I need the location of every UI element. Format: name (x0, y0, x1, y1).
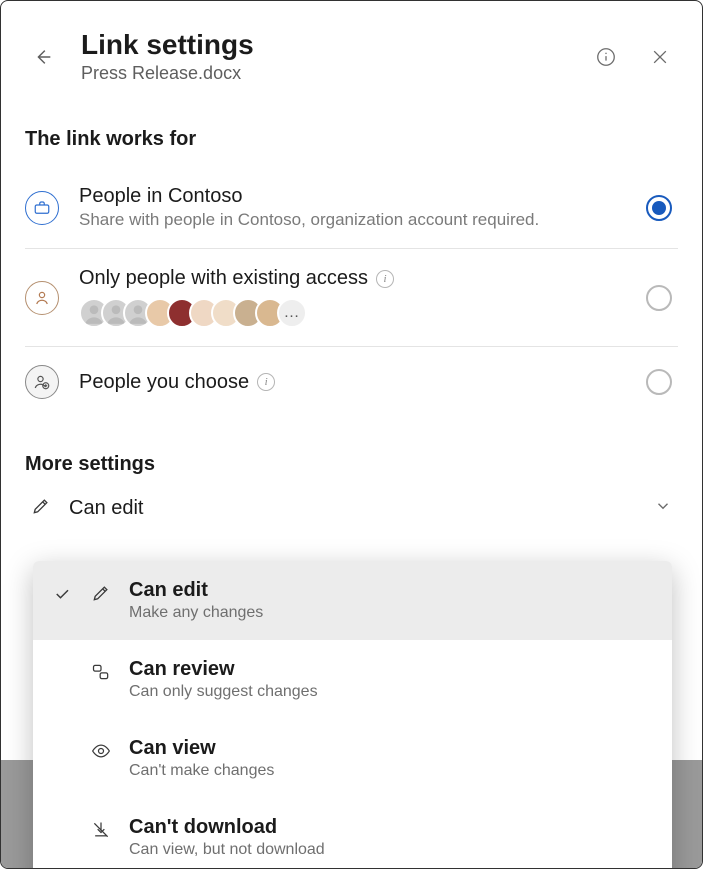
menu-item-texts: Can't download Can view, but not downloa… (129, 816, 652, 859)
dialog-title: Link settings (81, 29, 568, 61)
option-body: People in Contoso Share with people in C… (79, 185, 626, 230)
option-desc: Share with people in Contoso, organizati… (79, 210, 626, 230)
check-icon (51, 579, 73, 603)
info-icon[interactable]: i (257, 373, 275, 391)
check-slot-empty (51, 816, 73, 822)
menu-item-desc: Can only suggest changes (129, 683, 652, 701)
option-body: People you choose i (79, 371, 626, 394)
link-settings-dialog: Link settings Press Release.docx The lin… (0, 0, 703, 869)
avatar-overflow-label: … (284, 304, 301, 322)
option-existing-access[interactable]: Only people with existing access i … (25, 249, 678, 347)
header-texts: Link settings Press Release.docx (81, 29, 568, 84)
option-title: Only people with existing access i (79, 267, 626, 290)
facepile: … (79, 298, 626, 328)
check-slot-empty (51, 737, 73, 743)
section-more-settings: More settings (25, 453, 678, 476)
arrow-left-icon (32, 46, 54, 68)
permission-menu: Can edit Make any changes Can review Can… (33, 561, 672, 869)
menu-item-desc: Can view, but not download (129, 841, 652, 859)
menu-item-can-edit[interactable]: Can edit Make any changes (33, 561, 672, 640)
option-title-text: People you choose (79, 371, 249, 394)
back-button[interactable] (25, 39, 61, 75)
scope-options: People in Contoso Share with people in C… (25, 167, 678, 417)
header-actions (588, 39, 678, 75)
info-icon (595, 46, 617, 68)
option-title: People in Contoso (79, 185, 626, 208)
radio-unselected[interactable] (646, 285, 672, 311)
review-icon (89, 658, 113, 682)
info-icon[interactable]: i (376, 270, 394, 288)
dialog-subtitle: Press Release.docx (81, 63, 568, 84)
download-blocked-icon (89, 816, 113, 840)
permission-current-label: Can edit (69, 497, 636, 520)
person-icon (25, 281, 59, 315)
check-slot-empty (51, 658, 73, 664)
menu-item-texts: Can view Can't make changes (129, 737, 652, 780)
permission-dropdown-trigger[interactable]: Can edit (25, 482, 678, 535)
info-button[interactable] (588, 39, 624, 75)
option-people-you-choose[interactable]: People you choose i (25, 347, 678, 417)
eye-icon (89, 737, 113, 761)
chevron-down-icon (654, 497, 672, 520)
menu-item-cant-download[interactable]: Can't download Can view, but not downloa… (33, 798, 672, 869)
menu-item-title: Can view (129, 737, 652, 760)
option-title-text: Only people with existing access (79, 267, 368, 290)
close-icon (650, 47, 670, 67)
briefcase-icon (25, 191, 59, 225)
menu-item-texts: Can edit Make any changes (129, 579, 652, 622)
menu-item-can-review[interactable]: Can review Can only suggest changes (33, 640, 672, 719)
pencil-icon (89, 579, 113, 603)
person-add-icon (25, 365, 59, 399)
radio-unselected[interactable] (646, 369, 672, 395)
menu-item-desc: Make any changes (129, 604, 652, 622)
menu-item-desc: Can't make changes (129, 762, 652, 780)
option-body: Only people with existing access i … (79, 267, 626, 328)
radio-selected[interactable] (646, 195, 672, 221)
dialog-content: Link settings Press Release.docx The lin… (1, 1, 702, 535)
section-link-works-for: The link works for (25, 128, 678, 151)
menu-item-can-view[interactable]: Can view Can't make changes (33, 719, 672, 798)
menu-item-title: Can review (129, 658, 652, 681)
pencil-icon (31, 496, 51, 521)
avatar-overflow[interactable]: … (277, 298, 307, 328)
menu-item-title: Can edit (129, 579, 652, 602)
option-title: People you choose i (79, 371, 626, 394)
menu-item-texts: Can review Can only suggest changes (129, 658, 652, 701)
option-people-in-org[interactable]: People in Contoso Share with people in C… (25, 167, 678, 249)
dialog-header: Link settings Press Release.docx (25, 29, 678, 84)
close-button[interactable] (642, 39, 678, 75)
menu-item-title: Can't download (129, 816, 652, 839)
